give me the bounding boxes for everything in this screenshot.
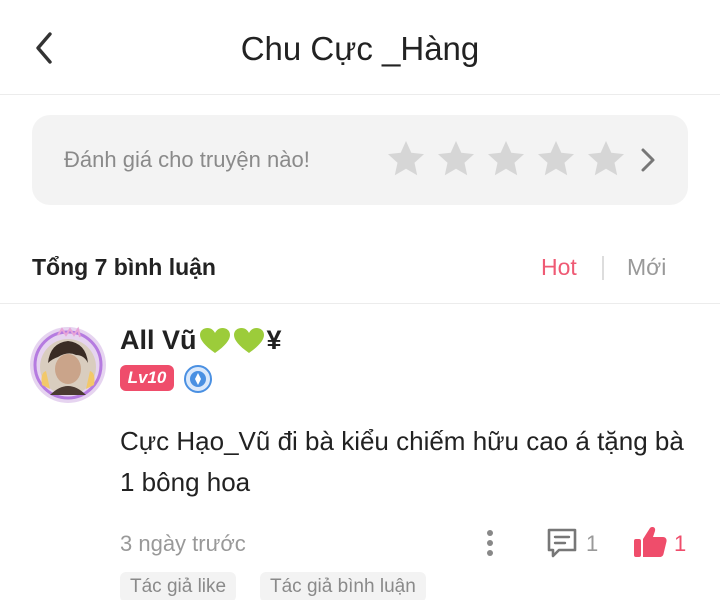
author-liked-tag: Tác giả like <box>120 572 237 600</box>
username-text: All Vũ <box>120 325 197 355</box>
rating-prompt-box[interactable]: Đánh giá cho truyện nào! <box>32 115 688 205</box>
green-heart-icon <box>199 327 231 355</box>
comment-time: 3 ngày trước <box>120 531 246 556</box>
star-icon[interactable] <box>434 137 478 181</box>
username-suffix: ¥ <box>266 325 282 355</box>
green-heart-icon <box>233 327 265 355</box>
sort-new-tab[interactable]: Mới <box>627 254 666 281</box>
top-bar: Chu Cực _Hàng <box>0 0 720 95</box>
comment-item: All Vũ ¥ Lv10 Cực Hạo_Vũ đi bà kiểu chiế… <box>0 305 720 600</box>
reply-count: 1 <box>586 531 599 556</box>
star-icon[interactable] <box>584 137 628 181</box>
rating-stars <box>384 137 628 181</box>
chevron-right-icon <box>638 145 658 175</box>
comment-text: Cực Hạo_Vũ đi bà kiểu chiếm hữu cao á tặ… <box>120 426 684 497</box>
comment-count: Tổng 7 bình luận <box>32 254 216 280</box>
author-commented-tag: Tác giả bình luận <box>260 572 426 600</box>
comment-username[interactable]: All Vũ ¥ <box>120 325 282 356</box>
reply-icon[interactable] <box>545 526 579 560</box>
avatar[interactable] <box>28 325 108 405</box>
rating-prompt-text: Đánh giá cho truyện nào! <box>64 147 310 172</box>
page-title: Chu Cực _Hàng <box>240 30 480 67</box>
sort-hot-tab[interactable]: Hot <box>541 254 577 281</box>
level-badge: Lv10 <box>120 365 174 391</box>
star-icon[interactable] <box>534 137 578 181</box>
like-count: 1 <box>674 531 687 556</box>
star-icon[interactable] <box>484 137 528 181</box>
thumbs-up-icon[interactable] <box>632 524 668 560</box>
sort-divider <box>602 256 604 280</box>
more-options-icon[interactable] <box>480 527 500 559</box>
comments-header: Tổng 7 bình luận Hot Mới <box>0 240 720 304</box>
star-icon[interactable] <box>384 137 428 181</box>
verified-pen-icon <box>184 365 212 393</box>
